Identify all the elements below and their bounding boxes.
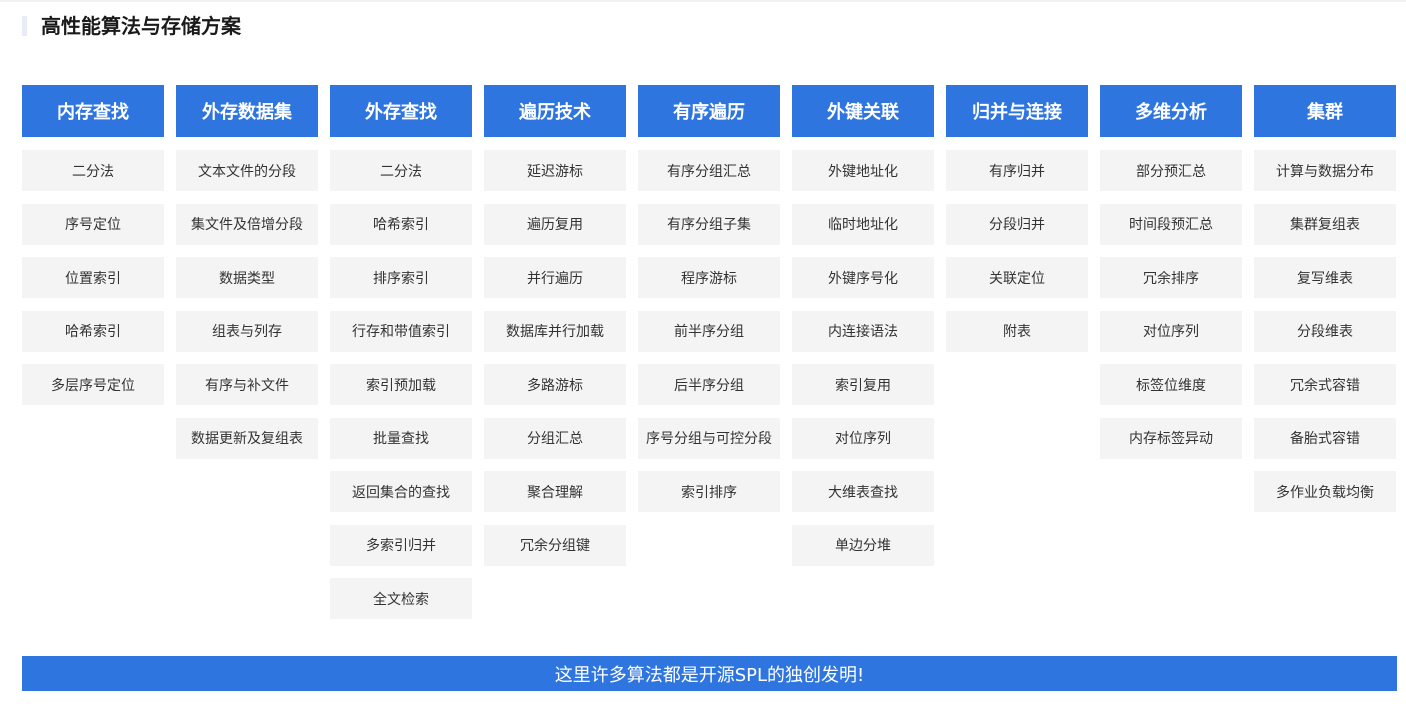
category-items: 外键地址化临时地址化外键序号化内连接语法索引复用对位序列大维表查找单边分堆 <box>792 150 934 578</box>
algorithm-item[interactable]: 备胎式容错 <box>1254 417 1396 459</box>
algorithm-item[interactable]: 全文检索 <box>330 578 472 619</box>
algorithm-item[interactable]: 哈希索引 <box>22 310 164 352</box>
algorithm-item[interactable]: 程序游标 <box>638 257 780 298</box>
algorithm-item[interactable]: 临时地址化 <box>792 203 934 245</box>
algorithm-item[interactable]: 行存和带值索引 <box>330 310 472 352</box>
algorithm-item[interactable]: 内连接语法 <box>792 310 934 352</box>
algorithm-item[interactable]: 大维表查找 <box>792 471 934 512</box>
algorithm-item[interactable]: 计算与数据分布 <box>1254 150 1396 191</box>
algorithm-item[interactable]: 后半序分组 <box>638 364 780 405</box>
category-header[interactable]: 遍历技术 <box>484 85 626 137</box>
algorithm-item[interactable]: 文本文件的分段 <box>176 150 318 191</box>
algorithm-item[interactable]: 外键序号化 <box>792 257 934 298</box>
algorithm-item[interactable]: 时间段预汇总 <box>1100 203 1242 245</box>
algorithm-item[interactable]: 序号定位 <box>22 203 164 245</box>
algorithm-item[interactable]: 部分预汇总 <box>1100 150 1242 191</box>
algorithm-item[interactable]: 数据类型 <box>176 257 318 298</box>
title-accent-bar <box>22 16 27 36</box>
algorithm-item[interactable]: 有序分组子集 <box>638 203 780 245</box>
algorithm-item[interactable]: 索引预加载 <box>330 364 472 405</box>
algorithm-item[interactable]: 分组汇总 <box>484 417 626 459</box>
category-items: 二分法哈希索引排序索引行存和带值索引 索引预加载批量查找返回集合的查找 多索引归并全… <box>330 150 472 632</box>
algorithm-item[interactable]: 位置索引 <box>22 257 164 298</box>
footer-banner: 这里许多算法都是开源SPL的独创发明! <box>22 656 1397 691</box>
algorithm-item[interactable]: 多作业负载均衡 <box>1254 471 1396 512</box>
algorithm-item[interactable]: 集文件及倍增分段 <box>176 203 318 245</box>
category-column: 归并与连接有序归并分段归并关联定位附表 <box>946 85 1088 632</box>
category-column: 有序遍历有序分组汇总 有序分组子集 程序游标前半序分组后半序分组序号分组与可控分段索… <box>638 85 780 632</box>
category-items: 二分法序号定位位置索引哈希索引多层序号定位 <box>22 150 164 418</box>
category-column: 外键关联外键地址化临时地址化外键序号化内连接语法索引复用对位序列大维表查找单边分… <box>792 85 934 632</box>
category-items: 计算与数据分布 集群复组表复写维表分段维表冗余式容错备胎式容错多作业负载均衡 <box>1254 150 1396 525</box>
algorithm-item[interactable]: 数据更新及复组表 <box>176 417 318 459</box>
algorithm-item[interactable]: 有序与补文件 <box>176 364 318 405</box>
category-header[interactable]: 多维分析 <box>1100 85 1242 137</box>
category-column: 内存查找二分法序号定位位置索引哈希索引多层序号定位 <box>22 85 164 632</box>
category-column: 集群计算与数据分布 集群复组表复写维表分段维表冗余式容错备胎式容错多作业负载均衡 <box>1254 85 1396 632</box>
algorithm-item[interactable]: 对位序列 <box>792 417 934 459</box>
category-header[interactable]: 内存查找 <box>22 85 164 137</box>
category-items: 部分预汇总时间段预汇总 冗余排序对位序列标签位维度内存标签异动 <box>1100 150 1242 471</box>
category-items: 有序分组汇总 有序分组子集 程序游标前半序分组后半序分组序号分组与可控分段 索引排序 <box>638 150 780 525</box>
algorithm-item[interactable]: 附表 <box>946 310 1088 352</box>
algorithm-item[interactable]: 前半序分组 <box>638 310 780 352</box>
algorithm-item[interactable]: 关联定位 <box>946 257 1088 298</box>
category-header[interactable]: 归并与连接 <box>946 85 1088 137</box>
category-header[interactable]: 外存查找 <box>330 85 472 137</box>
category-column: 遍历技术延迟游标遍历复用并行遍历数据库并行加载 多路游标分组汇总聚合理解冗余分组键 <box>484 85 626 632</box>
algorithm-item[interactable]: 序号分组与可控分段 <box>638 417 780 459</box>
algorithm-item[interactable]: 对位序列 <box>1100 310 1242 352</box>
algorithm-item[interactable]: 复写维表 <box>1254 257 1396 298</box>
algorithm-item[interactable]: 返回集合的查找 <box>330 471 472 512</box>
algorithm-item[interactable]: 批量查找 <box>330 417 472 459</box>
category-column: 外存数据集文本文件的分段 集文件及倍增分段 数据类型组表与列存有序与补文件 数据更新及… <box>176 85 318 632</box>
algorithm-item[interactable]: 冗余式容错 <box>1254 364 1396 405</box>
algorithm-item[interactable]: 冗余排序 <box>1100 257 1242 298</box>
section-title: 高性能算法与存储方案 <box>41 14 241 38</box>
algorithm-item[interactable]: 二分法 <box>22 150 164 191</box>
algorithm-item[interactable]: 遍历复用 <box>484 203 626 245</box>
algorithm-item[interactable]: 数据库并行加载 <box>484 310 626 352</box>
algorithm-item[interactable]: 有序归并 <box>946 150 1088 191</box>
algorithm-item[interactable]: 标签位维度 <box>1100 364 1242 405</box>
category-header[interactable]: 集群 <box>1254 85 1396 137</box>
category-header[interactable]: 有序遍历 <box>638 85 780 137</box>
category-columns: 内存查找 二分法 序号定位 位置索引 哈希索引 多层序号定位 外存数据集 文本文件的分段 集文件… <box>22 85 1396 632</box>
algorithm-item[interactable]: 二分法 <box>330 150 472 191</box>
category-header[interactable]: 外键关联 <box>792 85 934 137</box>
section-heading: 高性能算法与存储方案 <box>22 14 241 38</box>
algorithm-item[interactable]: 索引排序 <box>638 471 780 512</box>
top-divider <box>0 0 1406 2</box>
algorithm-item[interactable]: 多索引归并 <box>330 524 472 566</box>
algorithm-item[interactable]: 集群复组表 <box>1254 203 1396 245</box>
category-header[interactable]: 外存数据集 <box>176 85 318 137</box>
algorithm-item[interactable]: 外键地址化 <box>792 150 934 191</box>
algorithm-item[interactable]: 索引复用 <box>792 364 934 405</box>
algorithm-item[interactable]: 内存标签异动 <box>1100 417 1242 459</box>
algorithm-item[interactable]: 分段归并 <box>946 203 1088 245</box>
algorithm-item[interactable]: 排序索引 <box>330 257 472 298</box>
category-column: 外存查找二分法哈希索引排序索引行存和带值索引 索引预加载批量查找返回集合的查找 多索… <box>330 85 472 632</box>
algorithm-item[interactable]: 多路游标 <box>484 364 626 405</box>
algorithm-item[interactable]: 冗余分组键 <box>484 524 626 566</box>
algorithm-item[interactable]: 有序分组汇总 <box>638 150 780 191</box>
category-items: 延迟游标遍历复用并行遍历数据库并行加载 多路游标分组汇总聚合理解冗余分组键 <box>484 150 626 578</box>
algorithm-item[interactable]: 哈希索引 <box>330 203 472 245</box>
category-items: 有序归并分段归并关联定位附表 <box>946 150 1088 364</box>
algorithm-item[interactable]: 延迟游标 <box>484 150 626 191</box>
algorithm-item[interactable]: 单边分堆 <box>792 524 934 566</box>
category-items: 文本文件的分段 集文件及倍增分段 数据类型组表与列存有序与补文件 数据更新及复组表 <box>176 150 318 471</box>
category-column: 多维分析部分预汇总时间段预汇总 冗余排序对位序列标签位维度内存标签异动 <box>1100 85 1242 632</box>
algorithm-item[interactable]: 组表与列存 <box>176 310 318 352</box>
algorithm-item[interactable]: 聚合理解 <box>484 471 626 512</box>
algorithm-item[interactable]: 并行遍历 <box>484 257 626 298</box>
algorithm-item[interactable]: 分段维表 <box>1254 310 1396 352</box>
algorithm-item[interactable]: 多层序号定位 <box>22 364 164 405</box>
